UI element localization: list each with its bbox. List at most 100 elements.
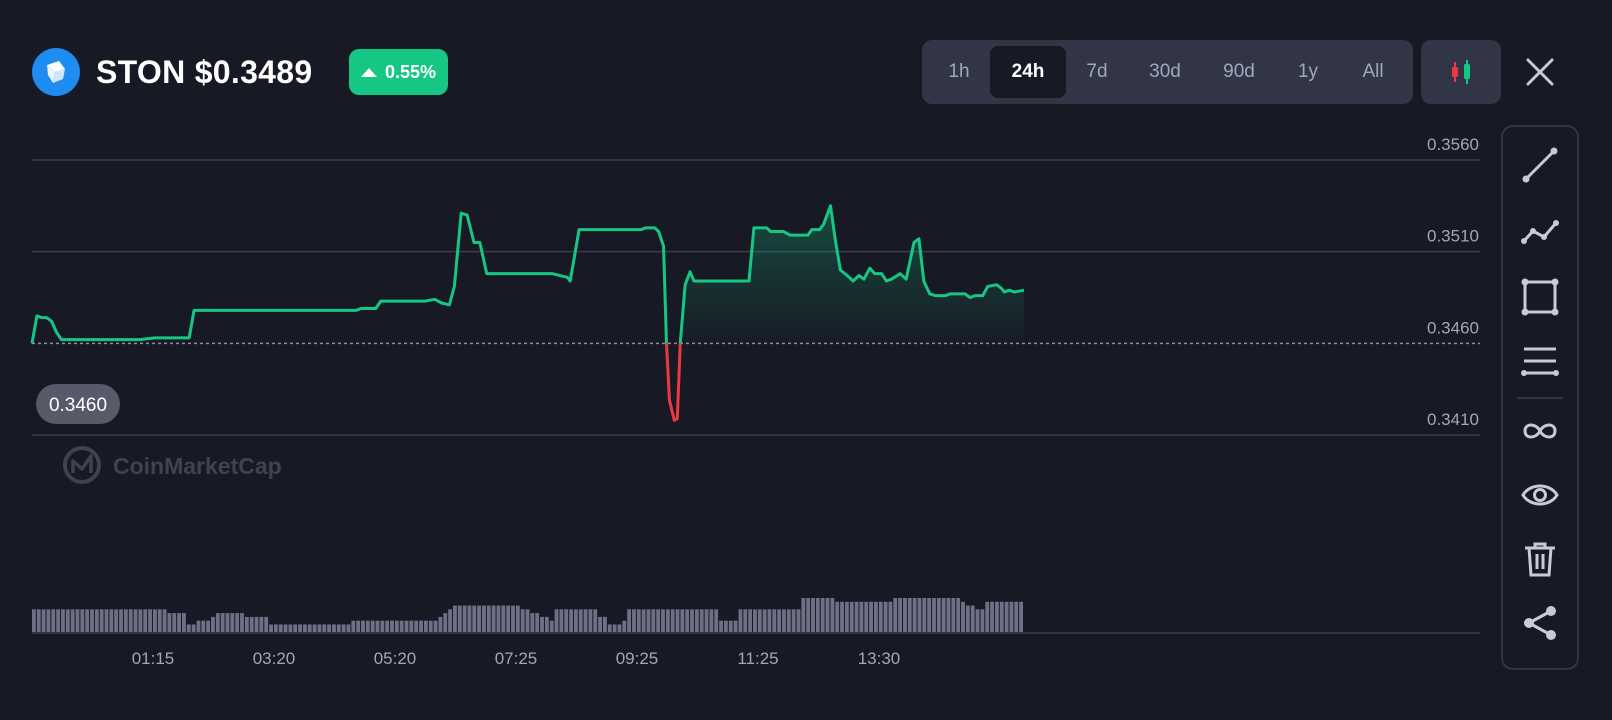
volume-bar <box>394 620 399 632</box>
volume-bar <box>578 609 583 632</box>
volume-bar <box>854 601 859 632</box>
volume-bar <box>254 616 259 632</box>
volume-bar <box>428 620 433 632</box>
volume-bar <box>583 609 588 632</box>
volume-bar <box>685 609 690 632</box>
volume-bar <box>51 609 56 632</box>
volume-bar <box>965 605 970 632</box>
volume-bar <box>80 609 85 632</box>
volume-bar <box>75 609 80 632</box>
volume-bar <box>99 609 104 632</box>
volume-bar <box>840 601 844 632</box>
volume-bar <box>675 609 680 632</box>
volume-bar <box>961 601 965 632</box>
range-tab-1y[interactable]: 1y <box>1276 46 1340 98</box>
volume-bar <box>56 609 61 632</box>
range-tab-24h[interactable]: 24h <box>990 46 1066 98</box>
volume-bar <box>32 609 36 632</box>
volume-bar <box>419 620 423 632</box>
volume-bar <box>157 609 162 632</box>
y-tick-label: 0.3410 <box>1427 410 1479 429</box>
volume-bar <box>980 609 985 632</box>
rectangle-icon <box>1521 278 1559 316</box>
volume-bar <box>748 609 753 632</box>
x-tick-label: 11:25 <box>737 649 778 668</box>
volume-bar <box>641 609 646 632</box>
volume-bar <box>922 598 927 632</box>
volume-bar <box>598 616 603 632</box>
volume-bar <box>332 624 336 632</box>
chart-type-button[interactable] <box>1421 40 1501 104</box>
rectangle-tool[interactable] <box>1516 273 1564 321</box>
multi-line-tool[interactable] <box>1516 207 1564 255</box>
share-tool[interactable] <box>1516 599 1564 647</box>
volume-bar <box>670 609 675 632</box>
volume-bar <box>903 598 907 632</box>
volume-bar <box>515 605 520 632</box>
range-tab-90d[interactable]: 90d <box>1202 46 1276 98</box>
trend-line-tool[interactable] <box>1516 141 1564 189</box>
visibility-tool[interactable] <box>1516 471 1564 519</box>
range-tab-7d[interactable]: 7d <box>1066 46 1128 98</box>
volume-bar <box>491 605 496 632</box>
range-tab-30d[interactable]: 30d <box>1128 46 1202 98</box>
volume-bar <box>525 609 530 632</box>
volume-bar <box>240 613 244 632</box>
volume-bar <box>719 620 723 632</box>
volume-bar <box>622 620 627 632</box>
volume-bar <box>738 609 743 632</box>
volume-bar <box>627 609 632 632</box>
volume-bar <box>927 598 932 632</box>
volume-bar <box>511 605 515 632</box>
trash-icon <box>1525 542 1555 577</box>
price-line-up <box>30 211 668 344</box>
volume-bar <box>482 605 486 632</box>
volume-bar <box>714 609 719 632</box>
x-tick-label: 05:20 <box>374 649 417 668</box>
range-tab-all[interactable]: All <box>1340 46 1406 98</box>
range-tab-1h[interactable]: 1h <box>928 46 990 98</box>
volume-bar <box>985 601 990 632</box>
volume-bar <box>946 598 951 632</box>
infinity-tool[interactable] <box>1516 407 1564 455</box>
volume-bar <box>259 616 264 632</box>
delete-tool[interactable] <box>1516 535 1564 583</box>
volume-bar <box>1014 601 1019 632</box>
volume-bar <box>573 609 578 632</box>
volume-bar <box>336 624 341 632</box>
close-icon <box>1526 58 1554 86</box>
volume-bar <box>46 609 51 632</box>
volume-bar <box>307 624 312 632</box>
volume-bar <box>1009 601 1014 632</box>
volume-bar <box>404 620 409 632</box>
volume-bar <box>322 624 327 632</box>
close-button[interactable] <box>1518 50 1562 94</box>
volume-bar <box>767 609 772 632</box>
volume-bar <box>278 624 283 632</box>
volume-bar <box>999 601 1004 632</box>
volume-bar <box>970 605 975 632</box>
volume-bar <box>951 598 956 632</box>
volume-bar <box>472 605 477 632</box>
volume-bar <box>709 609 714 632</box>
volume-bar <box>830 598 835 632</box>
volume-bar <box>917 598 922 632</box>
volume-bar <box>269 624 273 632</box>
volume-bar <box>196 620 201 632</box>
volume-bar <box>486 605 491 632</box>
volume-bar <box>844 601 849 632</box>
volume-bar <box>975 609 980 632</box>
price-chart[interactable]: CoinMarketCap 0.3560 0.3510 0.3460 0.3410 0… <box>0 120 1490 680</box>
volume-bar <box>65 609 70 632</box>
volume-bar <box>791 609 796 632</box>
volume-bar <box>544 616 549 632</box>
volume-bar <box>36 609 41 632</box>
parallel-lines-tool[interactable] <box>1516 337 1564 385</box>
volume-bar <box>356 620 361 632</box>
volume-bar <box>225 613 230 632</box>
volume-bar <box>312 624 317 632</box>
volume-bar <box>423 620 428 632</box>
volume-bar <box>448 609 452 632</box>
volume-bar <box>133 609 138 632</box>
volume-bar <box>873 601 878 632</box>
